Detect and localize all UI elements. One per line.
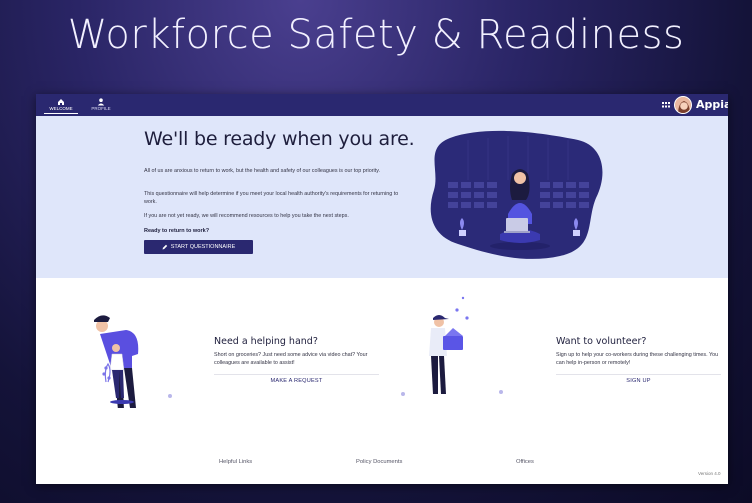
help-card-title: Need a helping hand?: [214, 336, 318, 347]
footer-link-policy[interactable]: Policy Documents: [356, 459, 402, 465]
version-label: Version 4.0: [698, 471, 721, 476]
avatar[interactable]: [674, 96, 692, 114]
volunteer-card-title: Want to volunteer?: [556, 336, 647, 347]
footer-link-offices[interactable]: Offices: [516, 459, 534, 465]
hero-paragraph: This questionnaire will help determine i…: [144, 191, 399, 205]
tab-welcome-label: WELCOME: [49, 106, 73, 111]
home-icon: [44, 97, 78, 106]
volunteer-illustration: [391, 278, 521, 484]
pencil-icon: [162, 244, 168, 250]
start-questionnaire-label: START QUESTIONNAIRE: [170, 244, 236, 250]
remote-work-illustration: [428, 130, 605, 260]
hero-section: We'll be ready when you are. All of us a…: [36, 116, 728, 278]
tab-welcome[interactable]: WELCOME: [44, 96, 78, 114]
hero-title: We'll be ready when you are.: [144, 128, 415, 150]
help-card-text: Short on groceries? Just need some advic…: [214, 352, 368, 366]
tab-profile[interactable]: PROFILE: [84, 96, 118, 114]
footer-link-helpful[interactable]: Helpful Links: [219, 459, 252, 465]
hero-paragraph: All of us are anxious to return to work,…: [144, 168, 381, 174]
start-questionnaire-button[interactable]: START QUESTIONNAIRE: [144, 240, 253, 254]
tab-profile-label: PROFILE: [91, 106, 111, 111]
slide-title: Workforce Safety & Readiness: [67, 12, 685, 58]
brand-logo: Appian: [696, 98, 728, 111]
father-child-illustration: [76, 278, 176, 484]
volunteer-card-text: Sign up to help your co-workers during t…: [556, 352, 719, 366]
app-window: WELCOME PROFILE Appian We'll be ready wh…: [36, 94, 728, 484]
user-icon: [84, 97, 118, 106]
app-grid-icon[interactable]: [662, 102, 670, 108]
hero-paragraph: If you are not yet ready, we will recomm…: [144, 213, 349, 219]
make-request-link[interactable]: MAKE A REQUEST: [214, 374, 379, 384]
sign-up-link[interactable]: SIGN UP: [556, 374, 721, 384]
ready-label: Ready to return to work?: [144, 228, 210, 234]
top-nav-bar: WELCOME PROFILE Appian: [36, 94, 728, 116]
